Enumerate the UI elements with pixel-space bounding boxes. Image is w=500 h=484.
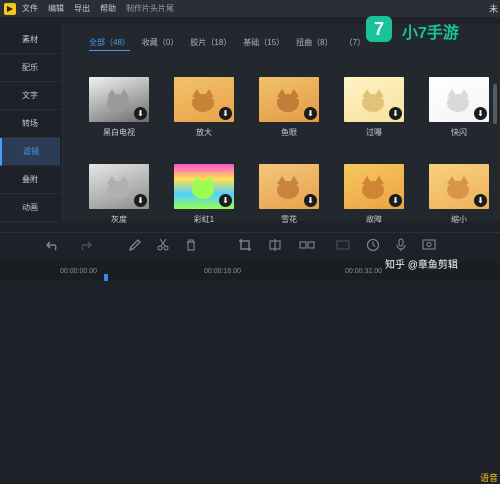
filter-label: 放大 (196, 128, 212, 137)
filter-thumbnail: ⬇ (174, 77, 234, 122)
mic-icon[interactable] (392, 238, 410, 256)
timecode-start: 00:00:00.00 (60, 268, 97, 275)
filter-label: 鱼眼 (281, 128, 297, 137)
tab-all[interactable]: 全部（48） (89, 37, 130, 51)
filter-tile-bw-tv[interactable]: ⬇ 黑白电视 (89, 77, 149, 138)
menu-help[interactable]: 帮助 (100, 3, 116, 14)
voice-label[interactable]: 语音 (480, 471, 498, 484)
filter-thumbnail: ⬇ (259, 77, 319, 122)
menu-intro-outro[interactable]: 制作片头片尾 (126, 3, 174, 14)
filter-thumbnail: ⬇ (89, 164, 149, 209)
cat-image (447, 89, 469, 113)
download-icon[interactable]: ⬇ (134, 194, 147, 207)
sidebar-item-overlay[interactable]: 叠附 (0, 166, 60, 194)
tab-favorites[interactable]: 收藏（0） (142, 37, 178, 51)
cat-image (277, 89, 299, 113)
filter-scrollbar[interactable] (493, 84, 497, 124)
window-title: 未 (488, 4, 498, 14)
cat-image (107, 89, 129, 113)
crop-icon[interactable] (236, 238, 254, 256)
menubar: 文件 编辑 导出 帮助 制作片头片尾 未 (0, 0, 500, 17)
filter-tile-rainbow[interactable]: ⬇ 彩虹1 (174, 164, 234, 225)
download-icon[interactable]: ⬇ (219, 107, 232, 120)
filter-label: 雪花 (281, 215, 297, 224)
app-logo-icon (4, 2, 16, 15)
cat-image (447, 176, 469, 200)
timecode-mid: 00:00:16.00 (204, 268, 241, 275)
tab-distort[interactable]: 扭曲（8） (296, 37, 332, 51)
menu-edit[interactable]: 编辑 (48, 3, 64, 14)
filter-tile-zoom-in[interactable]: ⬇ 放大 (174, 77, 234, 138)
download-icon[interactable]: ⬇ (304, 194, 317, 207)
filter-thumbnail: ⬇ (174, 164, 234, 209)
undo-icon[interactable] (44, 238, 62, 256)
download-icon[interactable]: ⬇ (389, 107, 402, 120)
cat-image (107, 176, 129, 200)
filter-tile-overexpose[interactable]: ⬇ 过曝 (344, 77, 404, 138)
site-name-watermark: 小7手游 (402, 25, 459, 42)
sidebar-item-filter[interactable]: 滤镜 (0, 138, 60, 166)
download-icon[interactable]: ⬇ (389, 194, 402, 207)
filter-thumbnail: ⬇ (429, 164, 489, 209)
pen-icon[interactable] (126, 238, 144, 256)
download-icon[interactable]: ⬇ (474, 107, 487, 120)
cat-image (362, 89, 384, 113)
filter-label: 故障 (366, 215, 382, 224)
download-icon[interactable]: ⬇ (474, 194, 487, 207)
redo-icon[interactable] (76, 238, 94, 256)
speed-icon[interactable] (364, 238, 382, 256)
filter-tile-glitch[interactable]: ⬇ 故障 (344, 164, 404, 225)
tab-film[interactable]: 胶片（18） (190, 37, 231, 51)
stabilize-icon[interactable] (334, 238, 352, 256)
menu-export[interactable]: 导出 (74, 3, 90, 14)
filter-tile-flash[interactable]: ⬇ 快闪 (429, 77, 489, 138)
filter-label: 缩小 (451, 215, 467, 224)
download-icon[interactable]: ⬇ (219, 194, 232, 207)
filter-tabs: 全部（48） 收藏（0） 胶片（18） 基础（15） 扭曲（8） （7） (89, 37, 377, 51)
scissors-icon[interactable] (154, 238, 172, 256)
filter-thumbnail: ⬇ (89, 77, 149, 122)
filter-tile-fisheye[interactable]: ⬇ 鱼眼 (259, 77, 319, 138)
site-logo-icon: 7 (366, 16, 392, 42)
sidebar-item-text[interactable]: 文字 (0, 82, 60, 110)
playhead[interactable] (104, 274, 108, 281)
cat-image (362, 176, 384, 200)
sidebar: 素材 配乐 文字 转场 滤镜 叠附 动画 (0, 26, 60, 222)
cat-image (277, 176, 299, 200)
sidebar-item-music[interactable]: 配乐 (0, 54, 60, 82)
filter-tile-zoom-out[interactable]: ⬇ 缩小 (429, 164, 489, 225)
filter-thumbnail: ⬇ (259, 164, 319, 209)
tab-basic[interactable]: 基础（15） (243, 37, 284, 51)
cat-image (192, 176, 214, 200)
download-icon[interactable]: ⬇ (134, 107, 147, 120)
filter-label: 过曝 (366, 128, 382, 137)
sidebar-item-material[interactable]: 素材 (0, 26, 60, 54)
cat-image (192, 89, 214, 113)
group-icon[interactable] (298, 238, 316, 256)
filter-thumbnail: ⬇ (429, 77, 489, 122)
sidebar-item-animation[interactable]: 动画 (0, 194, 60, 222)
filter-label: 快闪 (451, 128, 467, 137)
sidebar-item-transition[interactable]: 转场 (0, 110, 60, 138)
menu-file[interactable]: 文件 (22, 3, 38, 14)
zhihu-watermark: 知乎 @章鱼剪辑 (385, 260, 458, 271)
filter-label: 灰度 (111, 215, 127, 224)
filter-thumbnail: ⬇ (344, 164, 404, 209)
filter-tile-grayscale[interactable]: ⬇ 灰度 (89, 164, 149, 225)
filter-tile-snow[interactable]: ⬇ 雪花 (259, 164, 319, 225)
trash-icon[interactable] (182, 238, 200, 256)
voice-icon[interactable] (420, 238, 438, 256)
filter-label: 彩虹1 (193, 215, 215, 224)
tab-more[interactable]: （7） (345, 37, 365, 51)
filter-panel: 全部（48） 收藏（0） 胶片（18） 基础（15） 扭曲（8） （7） ⬇ 黑… (62, 24, 500, 224)
filter-label: 黑白电视 (103, 128, 135, 137)
timecode-end: 00:00:32.00 (345, 268, 382, 275)
download-icon[interactable]: ⬇ (304, 107, 317, 120)
split-icon[interactable] (266, 238, 284, 256)
filter-thumbnail: ⬇ (344, 77, 404, 122)
